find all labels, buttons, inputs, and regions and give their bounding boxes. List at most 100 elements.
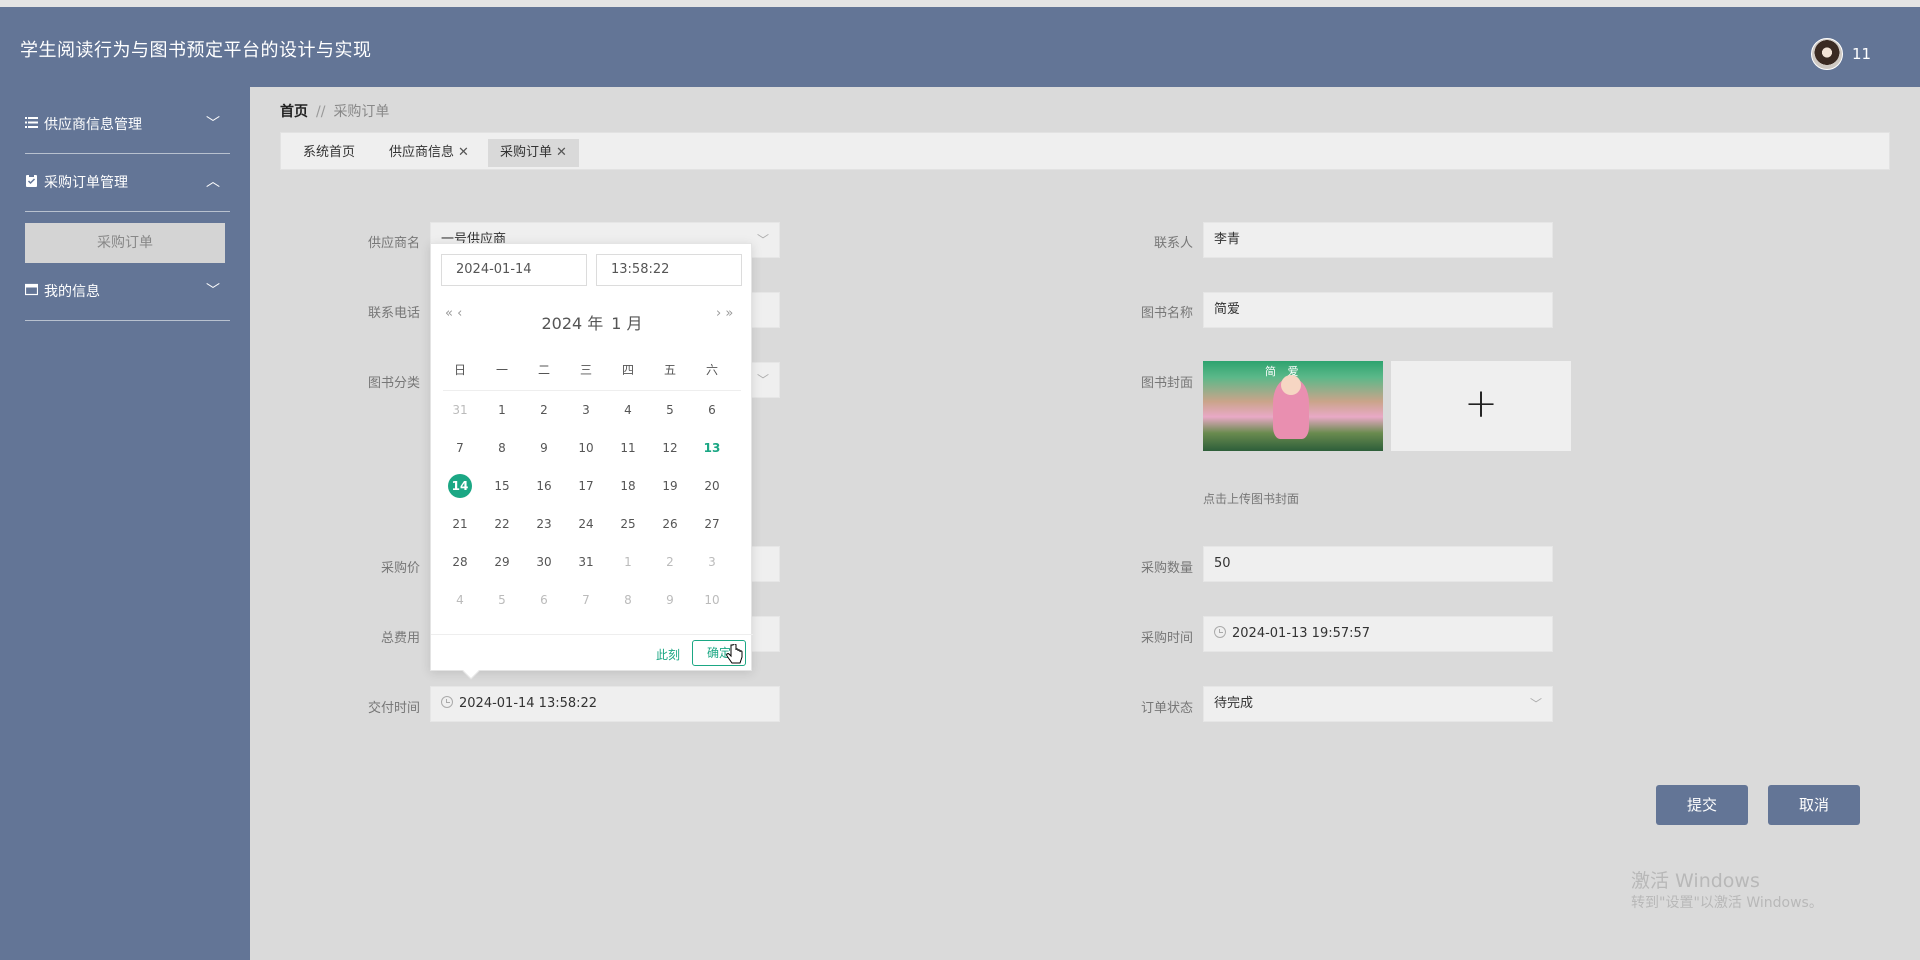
calendar-day[interactable]: 12 [650, 436, 690, 460]
calendar-day[interactable]: 31 [440, 398, 480, 422]
upload-cover-button[interactable]: + [1391, 361, 1571, 451]
calendar-day[interactable]: 11 [608, 436, 648, 460]
breadcrumb: 首页 // 采购订单 [280, 101, 389, 121]
book-name-value: 简爱 [1214, 302, 1241, 317]
clock-icon [441, 696, 453, 708]
picker-month[interactable]: 1 月 [611, 314, 642, 333]
calendar-day[interactable]: 10 [692, 588, 732, 612]
calendar-day[interactable]: 24 [566, 512, 606, 536]
list-icon [25, 117, 38, 128]
book-cover-image[interactable]: 简 爱 [1203, 361, 1383, 451]
calendar-day[interactable]: 19 [650, 474, 690, 498]
close-icon[interactable]: ✕ [458, 145, 469, 160]
sidebar-item-my-info[interactable]: 我的信息 ﹀ [25, 263, 230, 321]
tab-purchase-order[interactable]: 采购订单 ✕ [488, 139, 579, 167]
book-name-label: 图书名称 [1140, 306, 1193, 321]
calendar-day[interactable]: 8 [608, 588, 648, 612]
tab-home[interactable]: 系统首页 [291, 139, 367, 167]
user-name[interactable]: 11 [1852, 45, 1871, 63]
chevron-down-icon: ﹀ [206, 116, 220, 132]
calendar-day[interactable]: 9 [524, 436, 564, 460]
calendar-day[interactable]: 5 [482, 588, 522, 612]
delivery-time-value: 2024-01-14 13:58:22 [459, 696, 598, 711]
calendar-day[interactable]: 7 [440, 436, 480, 460]
calendar-day[interactable]: 1 [608, 550, 648, 574]
windows-watermark-subtitle: 转到"设置"以激活 Windows。 [1631, 895, 1823, 911]
sidebar-item-purchase[interactable]: 采购订单管理 ︿ [25, 154, 230, 212]
calendar-day-label: 14 [448, 474, 472, 498]
browser-top-strip [0, 0, 1920, 7]
calendar-day[interactable]: 5 [650, 398, 690, 422]
purchase-time-label: 采购时间 [1140, 631, 1193, 646]
book-name-field[interactable]: 简爱 [1203, 292, 1553, 328]
picker-time-input[interactable]: 13:58:22 [596, 254, 742, 286]
picker-year[interactable]: 2024 年 [541, 314, 603, 333]
calendar-day[interactable]: 22 [482, 512, 522, 536]
calendar-day[interactable]: 29 [482, 550, 522, 574]
sidebar-item-supplier[interactable]: 供应商信息管理 ﹀ [25, 96, 230, 154]
contact-field[interactable]: 李青 [1203, 222, 1553, 258]
now-button[interactable]: 此刻 [656, 646, 680, 663]
total-label: 总费用 [380, 631, 420, 646]
calendar-day[interactable]: 30 [524, 550, 564, 574]
divider [443, 390, 741, 391]
calendar-day[interactable]: 4 [440, 588, 480, 612]
tab-label: 系统首页 [303, 145, 356, 160]
upload-hint: 点击上传图书封面 [1203, 492, 1300, 506]
calendar-day[interactable]: 16 [524, 474, 564, 498]
user-avatar[interactable] [1811, 38, 1843, 70]
calendar-day[interactable]: 4 [608, 398, 648, 422]
chevron-up-icon: ︿ [206, 174, 220, 190]
submit-button[interactable]: 提交 [1656, 785, 1748, 825]
calendar-day[interactable]: 3 [692, 550, 732, 574]
weekday-header: 二 [537, 363, 550, 377]
chevron-down-icon: ﹀ [756, 233, 769, 247]
calendar-day[interactable]: 13 [692, 436, 732, 460]
calendar-day[interactable]: 10 [566, 436, 606, 460]
calendar-day[interactable]: 27 [692, 512, 732, 536]
cancel-button[interactable]: 取消 [1768, 785, 1860, 825]
calendar-day[interactable]: 28 [440, 550, 480, 574]
calendar-day[interactable]: 15 [482, 474, 522, 498]
calendar-day[interactable]: 7 [566, 588, 606, 612]
calendar-day[interactable]: 3 [566, 398, 606, 422]
purchase-time-input[interactable]: 2024-01-13 19:57:57 [1203, 616, 1553, 652]
calendar-day[interactable]: 18 [608, 474, 648, 498]
calendar-day[interactable]: 25 [608, 512, 648, 536]
status-select[interactable]: 待完成 ﹀ [1203, 686, 1553, 722]
divider [25, 211, 230, 212]
calendar-day[interactable]: 2 [524, 398, 564, 422]
calendar-day[interactable]: 20 [692, 474, 732, 498]
chevron-down-icon: ﹀ [756, 373, 769, 387]
calendar-day[interactable]: 8 [482, 436, 522, 460]
divider [25, 320, 230, 321]
calendar-day[interactable]: 26 [650, 512, 690, 536]
quantity-field[interactable]: 50 [1203, 546, 1553, 582]
picker-date-input[interactable]: 2024-01-14 [441, 254, 587, 286]
calendar-day-selected[interactable]: 14 [440, 474, 480, 498]
calendar-day[interactable]: 6 [692, 398, 732, 422]
sidebar-item-label: 我的信息 [44, 284, 100, 300]
calendar-day[interactable]: 31 [566, 550, 606, 574]
breadcrumb-home[interactable]: 首页 [280, 104, 308, 120]
calendar-day[interactable]: 1 [482, 398, 522, 422]
calendar-day[interactable]: 6 [524, 588, 564, 612]
category-label: 图书分类 [367, 376, 420, 391]
close-icon[interactable]: ✕ [556, 145, 567, 160]
divider [431, 634, 753, 635]
sidebar-subitem-purchase-order[interactable]: 采购订单 [25, 223, 225, 263]
calendar-day[interactable]: 17 [566, 474, 606, 498]
chevron-down-icon: ﹀ [1529, 697, 1542, 711]
contact-value: 李青 [1214, 232, 1241, 247]
calendar-day[interactable]: 21 [440, 512, 480, 536]
clipboard-icon [26, 174, 37, 187]
app-title: 学生阅读行为与图书预定平台的设计与实现 [20, 40, 372, 61]
calendar-day[interactable]: 23 [524, 512, 564, 536]
calendar-day[interactable]: 9 [650, 588, 690, 612]
calendar-day[interactable]: 2 [650, 550, 690, 574]
tab-supplier-info[interactable]: 供应商信息 ✕ [377, 139, 481, 167]
picker-header: 2024 年 1 月 [431, 310, 753, 334]
contact-label: 联系人 [1153, 236, 1193, 251]
delivery-time-input[interactable]: 2024-01-14 13:58:22 [430, 686, 780, 722]
weekday-header: 五 [663, 363, 676, 377]
